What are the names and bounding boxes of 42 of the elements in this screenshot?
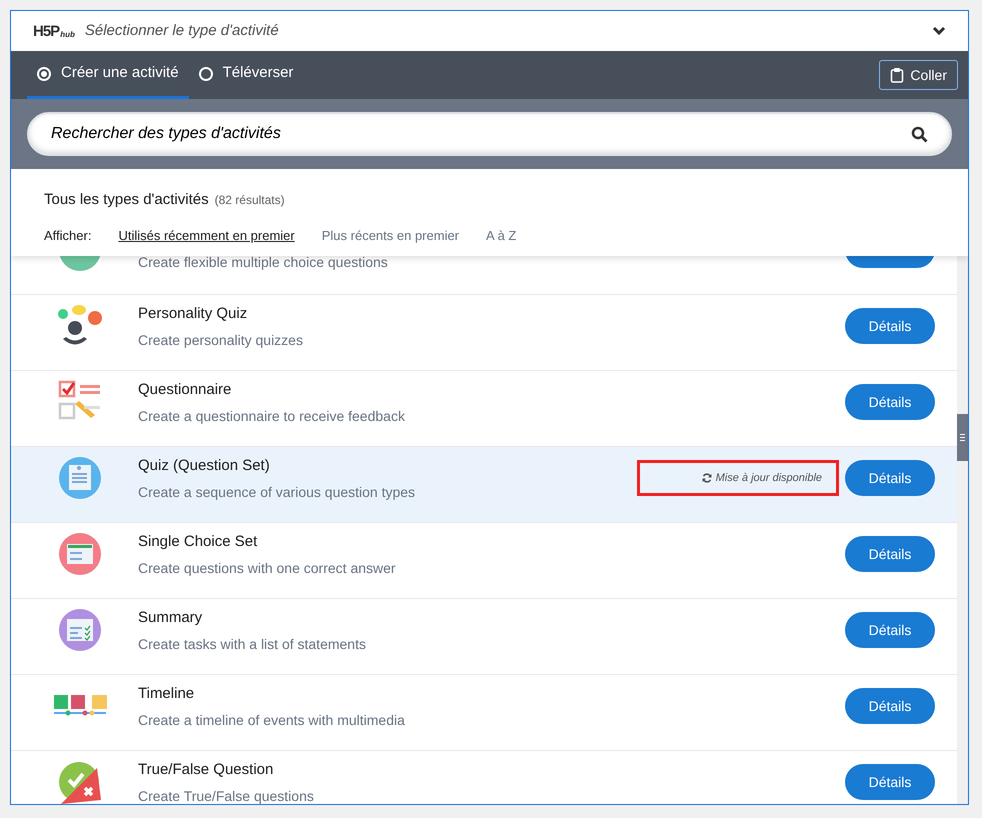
update-notice: Mise à jour disponible bbox=[702, 470, 822, 486]
details-button[interactable]: Détails bbox=[845, 308, 935, 344]
h5p-logo: H5Phub bbox=[33, 24, 75, 38]
activity-title: Summary bbox=[138, 608, 204, 628]
refresh-icon bbox=[702, 473, 712, 483]
results-title: Tous les types d'activités bbox=[44, 190, 209, 210]
activity-description: Create personality quizzes bbox=[138, 330, 304, 349]
activity-description: Create questions with one correct answer bbox=[138, 558, 397, 577]
clipboard-icon bbox=[890, 67, 904, 83]
activity-title: Timeline bbox=[138, 684, 196, 704]
details-button[interactable]: Détails bbox=[845, 764, 935, 800]
sort-option[interactable]: Plus récents en premier bbox=[322, 226, 460, 245]
activity-title: Questionnaire bbox=[138, 380, 232, 400]
tab[interactable]: Téléverser bbox=[188, 51, 304, 99]
details-button[interactable]: Détails bbox=[845, 612, 935, 648]
search-input[interactable]: Rechercher des types d'activités bbox=[51, 122, 911, 146]
details-button[interactable]: Détails bbox=[845, 384, 935, 420]
activity-description: Create True/False questions bbox=[138, 786, 315, 804]
activity-description: Create a sequence of various question types bbox=[138, 482, 416, 501]
activity-description: Create flexible multiple choice questions bbox=[138, 256, 389, 270]
chevron-down-icon[interactable] bbox=[932, 26, 946, 36]
activity-description: Create tasks with a list of statements bbox=[138, 634, 367, 653]
activity-title: Quiz (Question Set) bbox=[138, 456, 271, 476]
sort-option[interactable]: Utilisés récemment en premier bbox=[118, 226, 295, 245]
results-count: (82 résultats) bbox=[214, 192, 285, 209]
activity-title: True/False Question bbox=[138, 760, 274, 780]
activity-row[interactable]: Quiz (Question Set) Create a sequence of various question types Mise à jour disponible Détails bbox=[11, 447, 957, 523]
details-button[interactable]: Détails bbox=[845, 536, 935, 572]
header-title: Sélectionner le type d'activité bbox=[84, 20, 280, 41]
activity-description: Create a timeline of events with multimedia bbox=[138, 710, 406, 729]
sort-label: Afficher: bbox=[44, 226, 92, 244]
search-icon[interactable] bbox=[911, 126, 928, 142]
activity-description: Create a questionnaire to receive feedback bbox=[138, 406, 406, 425]
activity-title: Single Choice Set bbox=[138, 532, 258, 552]
paste-button[interactable]: Coller bbox=[879, 60, 958, 90]
details-button[interactable]: Détails bbox=[845, 688, 935, 724]
scrollbar-handle[interactable] bbox=[957, 414, 968, 461]
activity-title: Personality Quiz bbox=[138, 304, 248, 324]
details-button[interactable]: Détails bbox=[845, 460, 935, 496]
activity-row[interactable]: Create flexible multiple choice questions bbox=[11, 256, 957, 295]
search-field[interactable]: Rechercher des types d'activités bbox=[27, 112, 952, 156]
sort-option[interactable]: A à Z bbox=[486, 226, 516, 245]
